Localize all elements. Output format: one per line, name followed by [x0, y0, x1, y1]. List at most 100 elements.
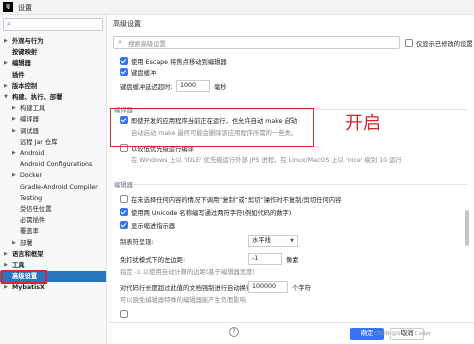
- chevron-right-icon[interactable]: ▶: [12, 114, 18, 125]
- vertical-scrollbar[interactable]: [465, 210, 469, 246]
- sidebar-item[interactable]: 覆盖率: [0, 226, 106, 237]
- chevron-right-icon[interactable]: ▶: [4, 36, 10, 47]
- indent-guides-label: 显示缩进指示器: [131, 223, 176, 230]
- unicode-names-label: 使用两 Unicode 名称编写通过两符字符(例如代码的数字): [131, 210, 292, 217]
- window-title: 设置: [18, 4, 32, 12]
- sidebar-item[interactable]: 插件: [0, 70, 106, 81]
- escape-focus-checkbox[interactable]: [120, 57, 128, 65]
- next-setting-checkbox[interactable]: [120, 310, 128, 318]
- settings-search-input[interactable]: ⌕ 搜索高级设置: [113, 36, 400, 49]
- sidebar-item-label: Docker: [20, 172, 43, 180]
- copy-cut-nothing-label: 在未选择任何内容的情况下调用“复制”或“剪切”操作时不复制/剪切任何内容: [131, 197, 342, 204]
- sidebar-item[interactable]: 受信任位置: [0, 204, 106, 215]
- sidebar-search-input[interactable]: ⌕: [3, 18, 103, 31]
- sidebar-item-label: Android: [20, 150, 45, 157]
- page-title: 高级设置: [113, 20, 141, 28]
- sidebar-item[interactable]: Testing: [0, 193, 106, 204]
- chevron-right-icon[interactable]: ▶: [4, 249, 10, 260]
- sidebar-item[interactable]: Gradle-Android Compiler: [0, 182, 106, 193]
- copy-cut-nothing-checkbox[interactable]: [120, 195, 128, 203]
- show-modified-label: 仅显示已修改的设置: [416, 41, 473, 48]
- chevron-right-icon[interactable]: ▶: [12, 170, 18, 181]
- chevron-down-icon[interactable]: ▼: [4, 92, 10, 103]
- tab-render-label: 制表符呈现:: [120, 239, 154, 246]
- sidebar-item-label: 受信任位置: [20, 206, 52, 213]
- sidebar-item[interactable]: ▶ 编辑器: [0, 58, 106, 69]
- show-modified-checkbox[interactable]: [405, 39, 413, 47]
- sidebar-item[interactable]: ▶ Android: [0, 148, 106, 159]
- chevron-right-icon[interactable]: ▶: [12, 103, 18, 114]
- typeahead-checkbox[interactable]: [120, 68, 128, 76]
- unicode-names-checkbox[interactable]: [120, 208, 128, 216]
- sidebar-item-label: 调试器: [20, 127, 39, 135]
- sidebar-item[interactable]: ▶ 版本控制: [0, 81, 106, 92]
- softwrap-input[interactable]: 100000: [248, 281, 288, 293]
- sidebar-item-label: 版本控制: [12, 82, 38, 90]
- selection-highlight-box: [1, 270, 47, 284]
- chevron-right-icon[interactable]: ▶: [12, 238, 18, 249]
- chevron-right-icon[interactable]: ▶: [4, 282, 10, 293]
- sidebar-item[interactable]: ▶ Docker: [0, 170, 106, 181]
- section-divider: [132, 184, 468, 185]
- sidebar-item[interactable]: 必需插件: [0, 215, 106, 226]
- search-icon: ⌕: [7, 20, 11, 28]
- sidebar-item-label: 构建、执行、部署: [12, 94, 63, 101]
- buffer-delay-unit: 毫秒: [214, 84, 227, 91]
- sidebar-item-label: MybatisX: [12, 284, 45, 292]
- zen-margin-input[interactable]: -1: [248, 253, 282, 265]
- sidebar-item-label: 必需插件: [20, 217, 46, 225]
- sidebar-item-label: Gradle-Android Compiler: [20, 183, 98, 191]
- sidebar-item[interactable]: ▶ 语言和框架: [0, 249, 106, 260]
- intellij-app-icon: IJ: [3, 2, 13, 12]
- zen-margin-unit: 像素: [286, 257, 299, 264]
- sidebar-item-label: 语言和框架: [12, 250, 44, 258]
- sidebar-item-label: 编译器: [20, 116, 39, 124]
- sidebar-item[interactable]: ▶ 构建工具: [0, 103, 106, 114]
- chevron-right-icon[interactable]: ▶: [12, 126, 18, 137]
- buffer-delay-input[interactable]: 1000: [176, 80, 210, 92]
- sidebar-item-label: 覆盖率: [20, 228, 39, 236]
- sidebar-item[interactable]: 按键映射: [0, 47, 106, 58]
- chevron-right-icon[interactable]: ▶: [4, 58, 10, 69]
- sidebar-item[interactable]: ▼ 构建、执行、部署: [0, 92, 106, 103]
- settings-main-panel: 高级设置 ⌕ 搜索高级设置 仅显示已修改的设置 使用 Escape 将焦点移动到…: [108, 15, 474, 344]
- title-bar: IJ 设置: [0, 0, 474, 15]
- zen-margin-hint: 指定 -1 以使用自动计算的边距(基于编辑器宽度): [120, 269, 255, 276]
- sidebar-item-label: Android Configurations: [20, 161, 93, 169]
- typeahead-label: 键盘缓冲: [131, 70, 157, 77]
- settings-sidebar: ⌕ ▶ 外观与行为 按键映射 ▶ 编辑器 插件 ▶ 版本控制 ▼ 构建、执行、部署 ▶ 构建工具 ▶ 编译…: [0, 15, 107, 344]
- sidebar-item-label: 插件: [12, 71, 25, 79]
- sidebar-item[interactable]: ▶ 调试器: [0, 126, 106, 137]
- highlight-box: [110, 108, 314, 147]
- sidebar-item[interactable]: ▶ 部署: [0, 238, 106, 249]
- sidebar-item[interactable]: ▶ 编译器: [0, 114, 106, 125]
- indent-guides-checkbox[interactable]: [120, 221, 128, 229]
- sidebar-item-label: 编辑器: [12, 60, 31, 68]
- sidebar-item-label: 构建工具: [20, 105, 46, 113]
- sidebar-item-label: 按键映射: [12, 49, 38, 57]
- softwrap-hint: 可以避免编辑器特殊的编辑器能产生负面影响: [120, 297, 246, 304]
- search-placeholder: 搜索高级设置: [128, 41, 166, 48]
- editor-section-header: 编辑器: [114, 182, 133, 189]
- sidebar-item[interactable]: Android Configurations: [0, 159, 106, 170]
- sidebar-item-label: 外观与行为: [12, 38, 44, 45]
- sidebar-item[interactable]: ▶ MybatisX: [0, 282, 106, 293]
- sidebar-item[interactable]: ▶ 外观与行为: [0, 36, 106, 47]
- tab-render-value: 水平线: [252, 237, 271, 244]
- sidebar-item-label: 部署: [20, 239, 33, 247]
- help-icon[interactable]: ?: [229, 327, 239, 337]
- low-priority-hint: 在 Windows 上以 'IDLE' 优先级运行外部 JPS 进程，在 Lin…: [131, 157, 402, 164]
- escape-focus-label: 使用 Escape 将焦点移动到编辑器: [131, 59, 227, 66]
- annotation-text: 开启: [345, 113, 381, 134]
- tab-render-select[interactable]: 水平线 ▼: [248, 235, 298, 247]
- watermark: CSDN @Super Coder: [374, 331, 432, 337]
- softwrap-unit: 个字符: [292, 285, 311, 292]
- sidebar-item[interactable]: 远程 Jar 仓库: [0, 137, 106, 148]
- search-icon: ⌕: [118, 38, 122, 46]
- zen-margin-label: 免打扰模式下的左边距:: [120, 257, 186, 264]
- buffer-delay-label: 键盘缓冲延迟超时:: [120, 84, 173, 91]
- chevron-right-icon[interactable]: ▶: [12, 148, 18, 159]
- sidebar-item-label: Testing: [20, 194, 43, 202]
- chevron-down-icon: ▼: [290, 238, 294, 244]
- chevron-right-icon[interactable]: ▶: [4, 81, 10, 92]
